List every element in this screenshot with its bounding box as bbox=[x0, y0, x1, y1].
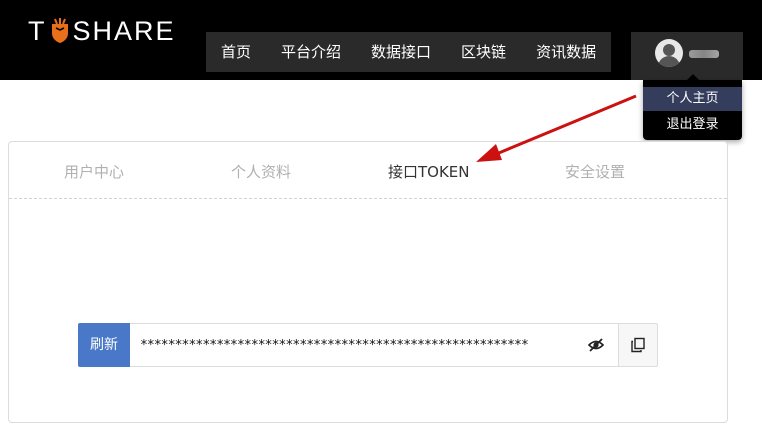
token-input-group: 刷新 *************************************… bbox=[78, 323, 658, 367]
refresh-token-button[interactable]: 刷新 bbox=[78, 323, 130, 367]
dropdown-caret bbox=[687, 74, 699, 80]
nav-item-data-api[interactable]: 数据接口 bbox=[356, 32, 446, 72]
token-field[interactable]: ****************************************… bbox=[130, 323, 619, 367]
account-tabs: 用户中心 个人资料 接口TOKEN 安全设置 bbox=[9, 142, 727, 199]
username-redacted bbox=[689, 50, 719, 58]
user-dropdown-menu: 个人主页 退出登录 bbox=[643, 74, 742, 140]
logo-text-left: T bbox=[28, 15, 47, 46]
tab-profile[interactable]: 个人资料 bbox=[231, 161, 291, 182]
main-nav: 首页 平台介绍 数据接口 区块链 资讯数据 bbox=[206, 32, 611, 72]
eye-slash-icon[interactable] bbox=[587, 337, 605, 353]
token-masked-value: ****************************************… bbox=[140, 338, 529, 353]
nav-item-platform-intro[interactable]: 平台介绍 bbox=[266, 32, 356, 72]
tab-user-center[interactable]: 用户中心 bbox=[64, 161, 124, 182]
copy-token-button[interactable] bbox=[618, 323, 658, 367]
tab-security-settings[interactable]: 安全设置 bbox=[565, 161, 625, 182]
nav-item-home[interactable]: 首页 bbox=[206, 32, 266, 72]
top-header: T SHARE 首页 平台介绍 数据接口 区块链 资讯数据 bbox=[0, 0, 762, 80]
site-logo[interactable]: T SHARE bbox=[28, 16, 176, 46]
menu-item-logout[interactable]: 退出登录 bbox=[643, 113, 742, 137]
menu-item-profile[interactable]: 个人主页 bbox=[643, 87, 742, 111]
logo-text-right: SHARE bbox=[72, 15, 176, 46]
user-center-card: 用户中心 个人资料 接口TOKEN 安全设置 刷新 **************… bbox=[8, 141, 728, 423]
nav-item-blockchain[interactable]: 区块链 bbox=[446, 32, 521, 72]
nav-item-news-data[interactable]: 资讯数据 bbox=[521, 32, 611, 72]
tab-api-token[interactable]: 接口TOKEN bbox=[388, 161, 470, 182]
user-menu-trigger[interactable] bbox=[631, 32, 743, 80]
carrot-shield-icon bbox=[49, 18, 71, 44]
user-avatar-icon bbox=[655, 39, 683, 67]
